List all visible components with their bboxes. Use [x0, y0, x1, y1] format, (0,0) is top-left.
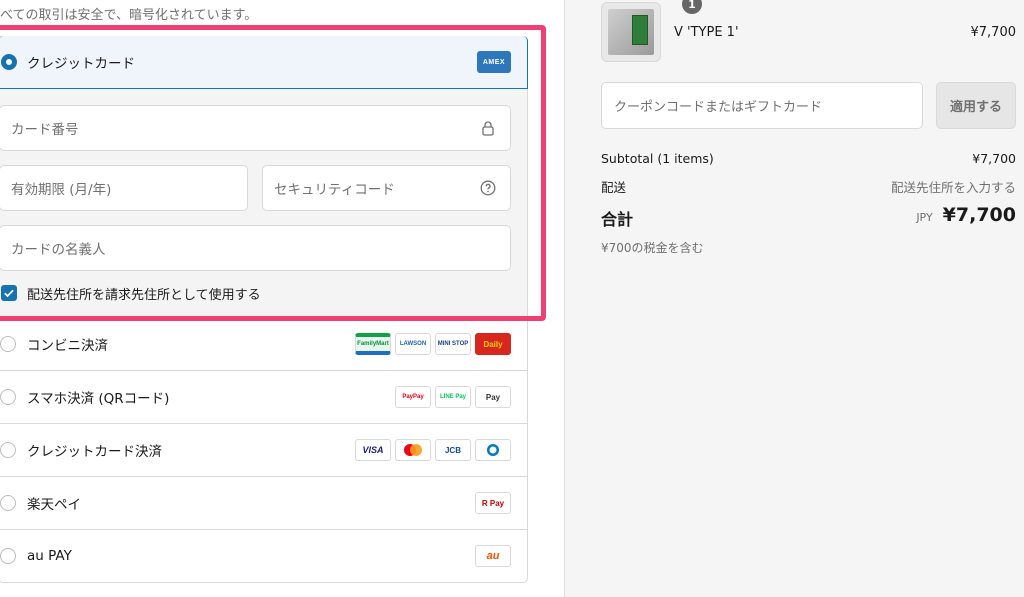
lawson-logo: LAWSON — [395, 333, 431, 355]
apply-button[interactable]: 適用する — [936, 82, 1016, 129]
shipping-value: 配送先住所を入力する — [890, 180, 1016, 195]
jcb-logo: JCB — [435, 439, 471, 461]
diners-icon — [487, 444, 499, 456]
rakuten-pay-logos: R Pay — [475, 492, 511, 514]
mastercard-icon — [404, 444, 422, 456]
au-pay-logos: au — [475, 545, 511, 567]
au-pay-radio[interactable] — [0, 548, 16, 564]
merpay-logo: Pay — [475, 386, 511, 408]
mastercard-logo — [395, 439, 431, 461]
coupon-input[interactable]: クーポンコードまたはギフトカード — [601, 82, 923, 129]
konbini-logos: FamilyMart LAWSON MINI STOP Daily — [355, 333, 511, 355]
security-code-field[interactable]: セキュリティコード — [262, 165, 511, 211]
subtotal-label: Subtotal (1 items) — [601, 151, 714, 166]
familymart-logo: FamilyMart — [355, 333, 391, 355]
same-address-checkbox[interactable] — [1, 285, 17, 301]
rakuten-pay-label: 楽天ペイ — [27, 497, 81, 513]
method-au-pay[interactable]: au PAY au — [0, 529, 527, 582]
rakuten-pay-logo: R Pay — [475, 492, 511, 514]
card-payment-logos: VISA JCB — [355, 439, 511, 461]
method-qr[interactable]: スマホ決済 (QRコード) PayPay LINE Pay Pay — [0, 370, 527, 423]
total-amount: JPY ¥7,700 — [916, 204, 1016, 226]
credit-card-radio[interactable] — [1, 54, 17, 70]
amex-logo: AMEX — [477, 51, 511, 73]
daily-logo: Daily — [475, 333, 511, 355]
checkmark-icon — [4, 289, 14, 298]
qr-logos: PayPay LINE Pay Pay — [395, 386, 511, 408]
qr-radio[interactable] — [0, 389, 16, 405]
paypay-logo: PayPay — [395, 386, 431, 408]
tax-note: ¥700の税金を含む — [601, 241, 704, 255]
qr-label: スマホ決済 (QRコード) — [27, 391, 170, 407]
expiry-placeholder: 有効期限 (月/年) — [11, 182, 112, 198]
au-pay-label: au PAY — [27, 548, 72, 564]
order-summary: 1 V 'TYPE 1' ¥7,700 クーポンコードまたはギフトカード 適用す… — [564, 0, 1024, 597]
lock-icon — [482, 121, 494, 136]
product-price: ¥7,700 — [970, 25, 1017, 40]
au-logo: au — [475, 545, 511, 567]
expiry-field[interactable]: 有効期限 (月/年) — [0, 165, 248, 211]
card-payment-radio[interactable] — [0, 442, 16, 458]
method-card-payment[interactable]: クレジットカード決済 VISA JCB — [0, 423, 527, 476]
konbini-label: コンビニ決済 — [27, 338, 108, 354]
quantity-badge: 1 — [682, 0, 702, 14]
visa-logo: VISA — [355, 439, 391, 461]
help-icon[interactable] — [480, 180, 496, 196]
method-rakuten-pay[interactable]: 楽天ペイ R Pay — [0, 476, 527, 529]
payment-panel: べての取引は安全で、暗号化されています。 クレジットカード AMEX カード番号… — [0, 0, 564, 597]
total-label: 合計 — [601, 210, 634, 229]
subtotal-row: Subtotal (1 items) ¥7,700 — [601, 151, 1016, 166]
product-name: V 'TYPE 1' — [674, 25, 739, 40]
konbini-radio[interactable] — [0, 336, 16, 352]
card-number-placeholder: カード番号 — [11, 122, 79, 138]
product-thumbnail: 1 — [601, 0, 702, 62]
card-form: カード番号 有効期限 (月/年) セキュリティコード カードの名義人 配送先住所… — [0, 89, 527, 317]
card-payment-label: クレジットカード決済 — [27, 444, 162, 460]
same-address-label: 配送先住所を請求先住所として使用する — [27, 288, 261, 303]
cardholder-name-field[interactable]: カードの名義人 — [0, 225, 511, 271]
ministop-logo: MINI STOP — [435, 333, 471, 355]
total-row: 合計 JPY ¥7,700 — [601, 204, 1016, 230]
product-image-accent — [632, 15, 648, 45]
total-value: ¥7,700 — [942, 204, 1016, 226]
credit-card-label: クレジットカード — [27, 56, 135, 72]
method-konbini[interactable]: コンビニ決済 FamilyMart LAWSON MINI STOP Daily — [0, 317, 527, 370]
cardholder-name-placeholder: カードの名義人 — [11, 242, 106, 258]
total-currency: JPY — [916, 211, 933, 224]
rakuten-pay-radio[interactable] — [0, 495, 16, 511]
linepay-logo: LINE Pay — [435, 386, 471, 408]
security-code-placeholder: セキュリティコード — [274, 182, 395, 198]
payment-methods: クレジットカード AMEX カード番号 有効期限 (月/年) セキュリティコード — [0, 36, 528, 583]
diners-logo — [475, 439, 511, 461]
subtotal-value: ¥7,700 — [972, 151, 1016, 166]
shipping-label: 配送 — [601, 180, 627, 195]
coupon-placeholder: クーポンコードまたはギフトカード — [614, 100, 823, 115]
secure-note: べての取引は安全で、暗号化されています。 — [0, 8, 258, 23]
method-credit-card[interactable]: クレジットカード AMEX — [0, 36, 528, 89]
card-number-field[interactable]: カード番号 — [0, 105, 511, 151]
shipping-row: 配送 配送先住所を入力する — [601, 177, 1016, 196]
